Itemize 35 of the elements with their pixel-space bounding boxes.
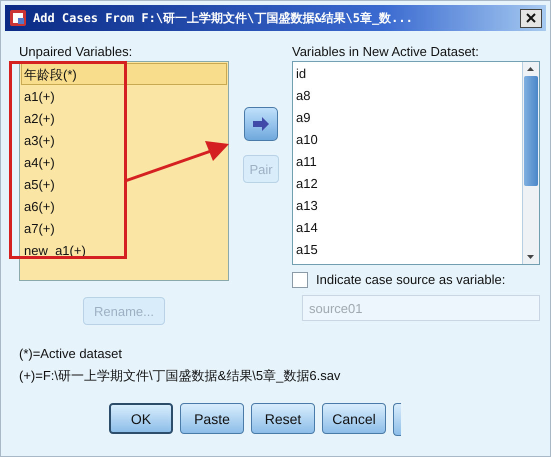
new-dataset-label: Variables in New Active Dataset: (292, 43, 480, 61)
arrow-icon (252, 117, 270, 131)
dialog-button[interactable]: Paste (180, 403, 244, 434)
dialog-button[interactable]: Cancel (322, 403, 386, 434)
list-item[interactable]: a14 (296, 217, 519, 239)
dialog-button[interactable]: Reset (251, 403, 315, 434)
list-item[interactable]: a2(+) (21, 107, 227, 129)
window-title: Add Cases From F:\研一上学期文件\丁国盛数据&结果\5章_数... (33, 10, 414, 26)
list-item[interactable]: a5(+) (21, 173, 227, 195)
dialog-button[interactable] (393, 403, 401, 436)
list-item[interactable]: new_a1(+) (21, 239, 227, 261)
list-item[interactable]: a9 (296, 107, 519, 129)
app-icon (9, 9, 27, 27)
move-button[interactable] (244, 107, 278, 141)
unpaired-label: Unpaired Variables: (19, 43, 134, 61)
list-item[interactable]: a13 (296, 195, 519, 217)
list-item[interactable]: 年龄段(*) (21, 63, 227, 85)
list-item[interactable]: a1(+) (21, 85, 227, 107)
scrollbar[interactable] (522, 62, 539, 264)
list-item[interactable]: id (296, 63, 519, 85)
list-item[interactable]: a7(+) (21, 217, 227, 239)
list-item[interactable]: a10 (296, 129, 519, 151)
list-item[interactable]: a4(+) (21, 151, 227, 173)
checkbox[interactable] (292, 272, 308, 288)
checkbox-label: Indicate case source as variable: (316, 271, 506, 289)
list-item[interactable]: a12 (296, 173, 519, 195)
legend-text: (*)=Active dataset (19, 345, 123, 363)
list-item[interactable]: a6(+) (21, 195, 227, 217)
close-button[interactable] (520, 8, 542, 28)
close-icon (525, 12, 537, 24)
list-item[interactable]: a15 (296, 239, 519, 261)
list-item[interactable]: a8 (296, 85, 519, 107)
list-item[interactable]: a11 (296, 151, 519, 173)
legend-text: (+)=F:\研一上学期文件\丁国盛数据&结果\5章_数据6.sav (19, 367, 342, 385)
dialog-button[interactable]: OK (109, 403, 173, 434)
